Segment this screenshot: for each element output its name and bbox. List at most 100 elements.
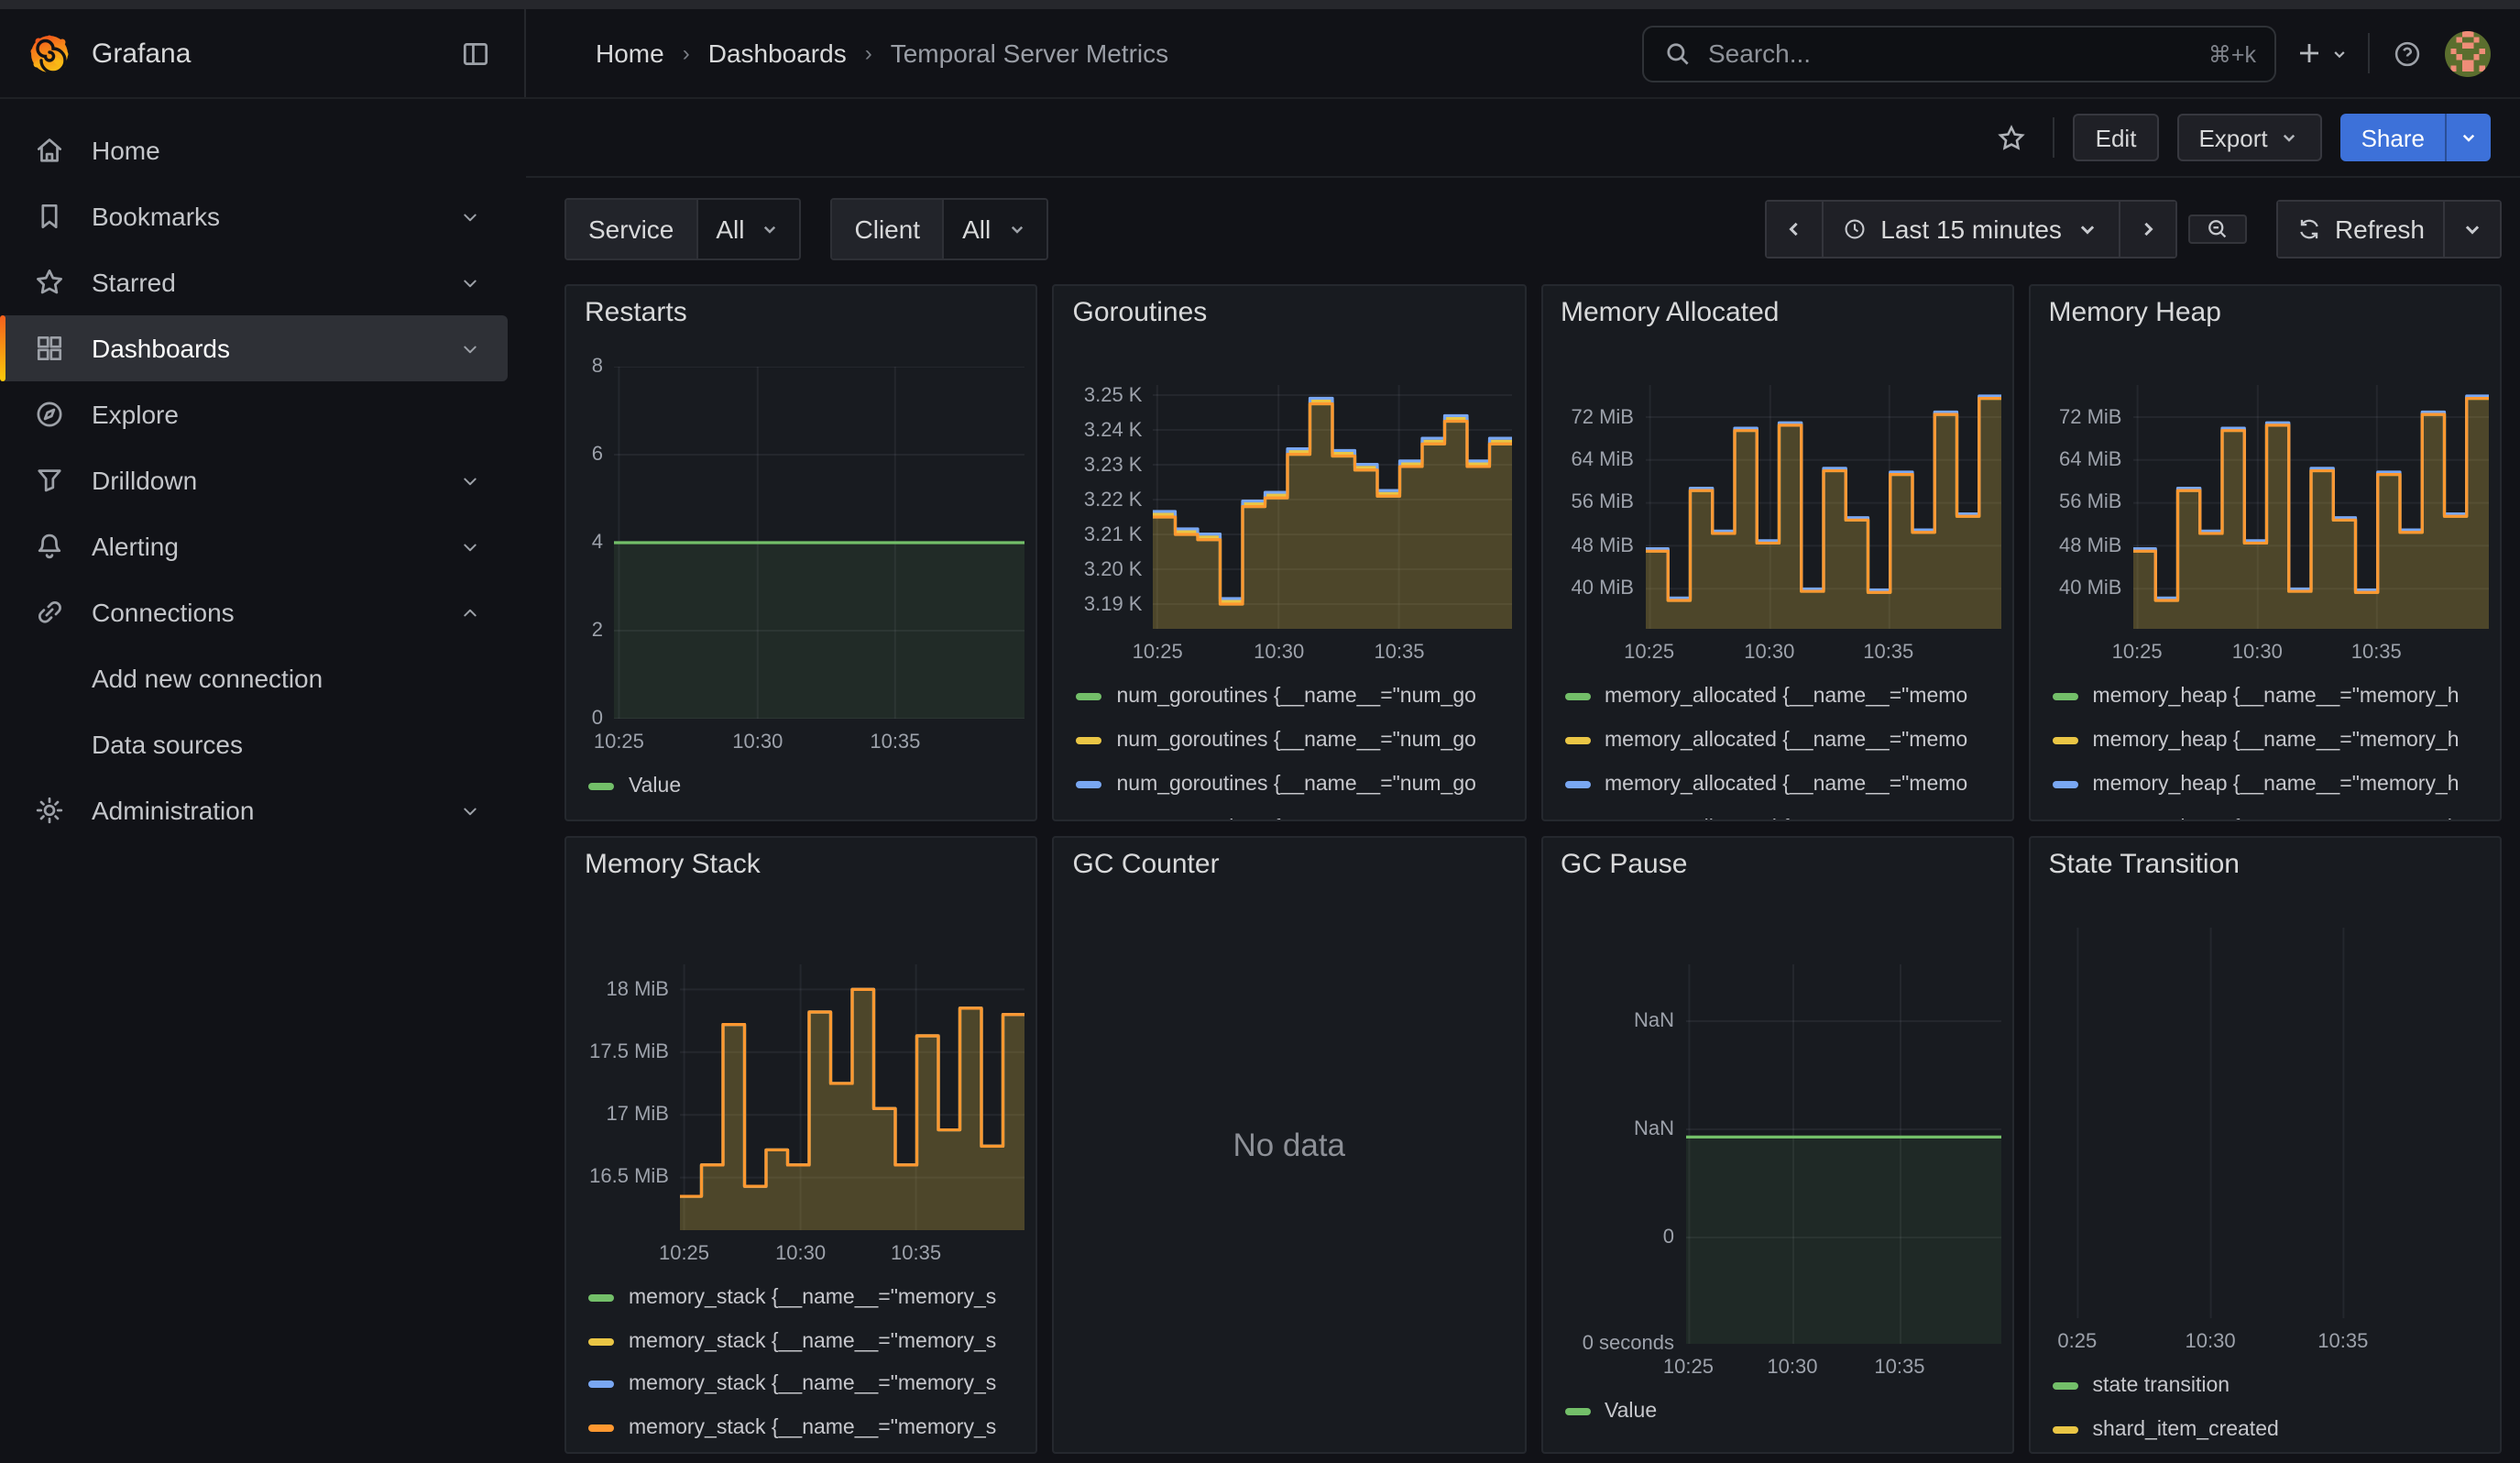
search-input[interactable]: Search... ⌘+k	[1642, 25, 2276, 82]
legend-item[interactable]: Value	[1564, 1401, 2012, 1423]
share-options-chevron[interactable]	[2445, 114, 2491, 161]
user-avatar[interactable]	[2445, 30, 2491, 76]
service-variable[interactable]: Service All	[564, 198, 802, 260]
sidebar-item-drilldown[interactable]: Drilldown	[0, 447, 508, 513]
legend-series-label[interactable]: memory_heap {__name__="memory_h	[2093, 818, 2460, 821]
chart-plot-area[interactable]	[1154, 385, 1513, 629]
legend-series-label[interactable]: Value	[1605, 1401, 1657, 1423]
client-variable[interactable]: Client All	[831, 198, 1048, 260]
legend-item[interactable]: memory_stack {__name__="memory_s	[588, 1330, 1036, 1352]
sidebar-item-dashboards[interactable]: Dashboards	[0, 315, 508, 381]
time-zoom-out-button[interactable]	[2188, 214, 2247, 244]
legend-series-color[interactable]	[1564, 693, 1590, 700]
sidebar-item-alerting[interactable]: Alerting	[0, 513, 508, 579]
legend-series-color[interactable]	[2053, 781, 2078, 788]
legend-series-color[interactable]	[588, 1424, 614, 1431]
legend-item[interactable]: Value	[588, 776, 1036, 798]
edit-button[interactable]: Edit	[2074, 114, 2159, 161]
legend-series-label[interactable]: memory_stack {__name__="memory_s	[629, 1416, 996, 1438]
sidebar-item-explore[interactable]: Explore	[0, 381, 508, 447]
legend-series-label[interactable]: num_goroutines {__name__="num_go	[1117, 686, 1476, 708]
legend-item[interactable]: memory_stack {__name__="memory_s	[588, 1373, 1036, 1395]
time-shift-back-button[interactable]	[1765, 200, 1824, 258]
breadcrumb-home[interactable]: Home	[596, 38, 664, 68]
legend-series-label[interactable]: memory_allocated {__name__="memo	[1605, 774, 1967, 796]
panel-title[interactable]: GC Pause	[1561, 849, 1687, 880]
legend-item[interactable]: memory_allocated {__name__="memo	[1564, 818, 2012, 821]
legend-item[interactable]: memory_heap {__name__="memory_h	[2053, 774, 2501, 796]
legend-item[interactable]: memory_heap {__name__="memory_h	[2053, 686, 2501, 708]
sidebar-item-starred[interactable]: Starred	[0, 249, 508, 315]
client-variable-value[interactable]: All	[942, 200, 1046, 258]
legend-series-color[interactable]	[588, 1294, 614, 1302]
legend-series-color[interactable]	[2053, 1382, 2078, 1390]
panel-title[interactable]: State Transition	[2049, 849, 2240, 880]
panel-title[interactable]: Restarts	[585, 297, 687, 328]
legend-series-label[interactable]: memory_heap {__name__="memory_h	[2093, 730, 2460, 752]
legend-series-color[interactable]	[588, 1337, 614, 1345]
sidebar-toggle-icon[interactable]	[453, 30, 499, 76]
legend-item[interactable]: state transition	[2053, 1375, 2501, 1397]
chart-plot-area[interactable]	[614, 367, 1024, 719]
service-variable-value[interactable]: All	[696, 200, 799, 258]
panel-title[interactable]: GC Counter	[1073, 849, 1220, 880]
legend-item[interactable]: num_goroutines {__name__="num_go	[1077, 730, 1525, 752]
legend-series-label[interactable]: Value	[629, 776, 681, 798]
panel-title[interactable]: Memory Stack	[585, 849, 761, 880]
legend-series-label[interactable]: memory_stack {__name__="memory_s	[629, 1373, 996, 1395]
legend-series-color[interactable]	[2053, 1425, 2078, 1433]
legend-series-label[interactable]: num_goroutines {__name__="num_go	[1117, 818, 1476, 821]
time-range-picker[interactable]: Last 15 minutes	[1824, 200, 2120, 258]
sidebar-item-home[interactable]: Home	[0, 117, 508, 183]
legend-series-color[interactable]	[2053, 737, 2078, 744]
legend-series-color[interactable]	[2053, 693, 2078, 700]
panel-title[interactable]: Goroutines	[1073, 297, 1208, 328]
legend-item[interactable]: shard_item_created	[2053, 1418, 2501, 1440]
export-button[interactable]: Export	[2176, 114, 2322, 161]
legend-item[interactable]: memory_heap {__name__="memory_h	[2053, 730, 2501, 752]
legend-series-label[interactable]: num_goroutines {__name__="num_go	[1117, 730, 1476, 752]
legend-series-color[interactable]	[588, 783, 614, 790]
time-shift-forward-button[interactable]	[2120, 200, 2177, 258]
refresh-button[interactable]: Refresh	[2276, 200, 2445, 258]
legend-series-label[interactable]: memory_stack {__name__="memory_s	[629, 1287, 996, 1309]
legend-series-label[interactable]: memory_allocated {__name__="memo	[1605, 730, 1967, 752]
legend-series-color[interactable]	[1564, 781, 1590, 788]
legend-series-label[interactable]: memory_stack {__name__="memory_s	[629, 1330, 996, 1352]
legend-item[interactable]: memory_allocated {__name__="memo	[1564, 774, 2012, 796]
chart-plot-area[interactable]	[1685, 964, 2000, 1344]
breadcrumb-dashboards[interactable]: Dashboards	[708, 38, 847, 68]
legend-series-color[interactable]	[588, 1380, 614, 1388]
sidebar-item-connections[interactable]: Connections	[0, 579, 508, 645]
legend-item[interactable]: num_goroutines {__name__="num_go	[1077, 818, 1525, 821]
panel-title[interactable]: Memory Heap	[2049, 297, 2221, 328]
chart-plot-area[interactable]	[680, 964, 1024, 1230]
legend-item[interactable]: memory_allocated {__name__="memo	[1564, 730, 2012, 752]
legend-series-color[interactable]	[1077, 737, 1102, 744]
legend-series-label[interactable]: state transition	[2093, 1375, 2230, 1397]
chart-plot-area[interactable]	[2133, 385, 2489, 629]
legend-series-color[interactable]	[1564, 1408, 1590, 1415]
legend-item[interactable]: memory_stack {__name__="memory_s	[588, 1416, 1036, 1438]
legend-series-color[interactable]	[1077, 781, 1102, 788]
legend-item[interactable]: num_goroutines {__name__="num_go	[1077, 686, 1525, 708]
legend-series-color[interactable]	[1564, 737, 1590, 744]
legend-series-label[interactable]: shard_item_created	[2093, 1418, 2279, 1440]
legend-series-label[interactable]: num_goroutines {__name__="num_go	[1117, 774, 1476, 796]
chart-plot-area[interactable]	[1645, 385, 2000, 629]
help-icon[interactable]	[2384, 30, 2430, 76]
legend-item[interactable]: memory_heap {__name__="memory_h	[2053, 818, 2501, 821]
legend-series-color[interactable]	[1077, 693, 1102, 700]
legend-item[interactable]: num_goroutines {__name__="num_go	[1077, 774, 1525, 796]
panel-title[interactable]: Memory Allocated	[1561, 297, 1779, 328]
legend-series-label[interactable]: memory_allocated {__name__="memo	[1605, 686, 1967, 708]
legend-series-label[interactable]: memory_heap {__name__="memory_h	[2093, 686, 2460, 708]
chart-plot-area[interactable]	[2064, 928, 2489, 1318]
new-button[interactable]	[2291, 31, 2353, 75]
sidebar-item-bookmarks[interactable]: Bookmarks	[0, 183, 508, 249]
legend-series-label[interactable]: memory_allocated {__name__="memo	[1605, 818, 1967, 821]
sidebar-item-data-sources[interactable]: Data sources	[0, 711, 508, 777]
legend-item[interactable]: memory_allocated {__name__="memo	[1564, 686, 2012, 708]
legend-item[interactable]: memory_stack {__name__="memory_s	[588, 1287, 1036, 1309]
share-button[interactable]: Share	[2341, 114, 2445, 161]
